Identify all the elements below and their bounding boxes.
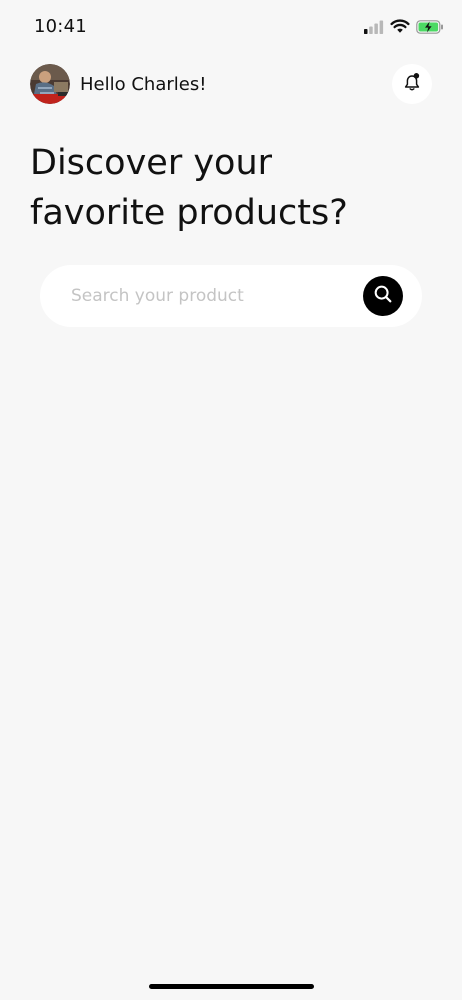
search-bar [40, 265, 422, 327]
status-icons [364, 19, 444, 38]
search-input[interactable] [69, 285, 353, 307]
battery-charging-icon [416, 19, 444, 38]
page-title-line-2: favorite products? [30, 193, 348, 233]
search-icon [372, 283, 394, 309]
page-title: Discover your favorite products? [30, 138, 430, 238]
bell-icon [401, 71, 423, 97]
status-bar: 10:41 [0, 0, 462, 56]
header: Hello Charles! [30, 64, 432, 104]
wifi-icon [390, 19, 410, 38]
search-button[interactable] [363, 276, 403, 316]
home-indicator[interactable] [149, 984, 314, 989]
cellular-signal-icon [364, 19, 384, 38]
avatar[interactable] [30, 64, 70, 104]
notifications-button[interactable] [392, 64, 432, 104]
user-avatar-image [30, 64, 70, 104]
page-title-line-1: Discover your [30, 143, 273, 183]
greeting-text: Hello Charles! [80, 73, 207, 95]
status-time: 10:41 [34, 16, 87, 37]
